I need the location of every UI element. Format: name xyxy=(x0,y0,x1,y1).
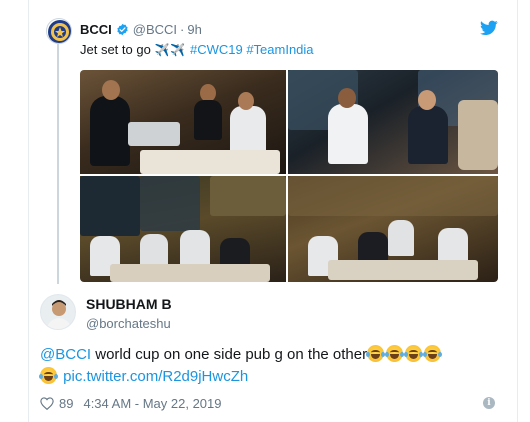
photo-grid xyxy=(80,70,498,282)
photo-1[interactable] xyxy=(80,70,286,174)
separator-dot: · xyxy=(180,22,185,37)
hashtag-links[interactable]: #CWC19 #TeamIndia xyxy=(190,42,314,57)
quoted-tweet-time[interactable]: 9h xyxy=(187,22,201,37)
photo-2[interactable] xyxy=(288,70,498,174)
twitter-bird-icon[interactable] xyxy=(480,20,498,36)
reply-text-body: world cup on one side pub g on the other xyxy=(91,346,368,363)
reply-tweet-text: @BCCI world cup on one side pub g on the… xyxy=(39,344,500,388)
reply-author-handle[interactable]: @borchateshu xyxy=(86,316,171,331)
quoted-tweet-header: BCCI @BCCI · 9h xyxy=(80,22,202,37)
quoted-text-body: Jet set to go xyxy=(80,42,151,57)
mention-link[interactable]: @BCCI xyxy=(40,346,91,363)
face-with-tears-of-joy-icon xyxy=(39,367,58,384)
info-icon[interactable]: i xyxy=(483,397,495,409)
reply-footer: 89 4:34 AM - May 22, 2019 xyxy=(40,396,222,411)
face-with-tears-of-joy-icon xyxy=(404,345,424,362)
face-with-tears-of-joy-icon xyxy=(385,345,405,362)
like-count[interactable]: 89 xyxy=(59,396,73,411)
bcci-logo-icon[interactable] xyxy=(46,18,72,44)
heart-icon[interactable] xyxy=(40,397,54,410)
user-avatar[interactable] xyxy=(40,294,76,330)
pic-twitter-link[interactable]: pic.twitter.com/R2d9jHwcZh xyxy=(63,368,248,385)
face-with-tears-of-joy-icon xyxy=(366,345,386,362)
face-with-tears-of-joy-icon xyxy=(423,345,443,362)
quoted-tweet-text: Jet set to go ✈️✈️ #CWC19 #TeamIndia xyxy=(80,42,314,57)
thread-connector-line xyxy=(57,44,59,284)
quoted-author-name[interactable]: BCCI xyxy=(80,22,112,37)
photo-3[interactable] xyxy=(80,176,286,282)
reply-author-name[interactable]: SHUBHAM B xyxy=(86,296,172,312)
quoted-author-handle[interactable]: @BCCI xyxy=(133,22,177,37)
airplane-emoji: ✈️✈️ xyxy=(154,43,187,57)
photo-4[interactable] xyxy=(288,176,498,282)
verified-badge-icon xyxy=(117,23,128,36)
reply-timestamp[interactable]: 4:34 AM - May 22, 2019 xyxy=(83,396,221,411)
